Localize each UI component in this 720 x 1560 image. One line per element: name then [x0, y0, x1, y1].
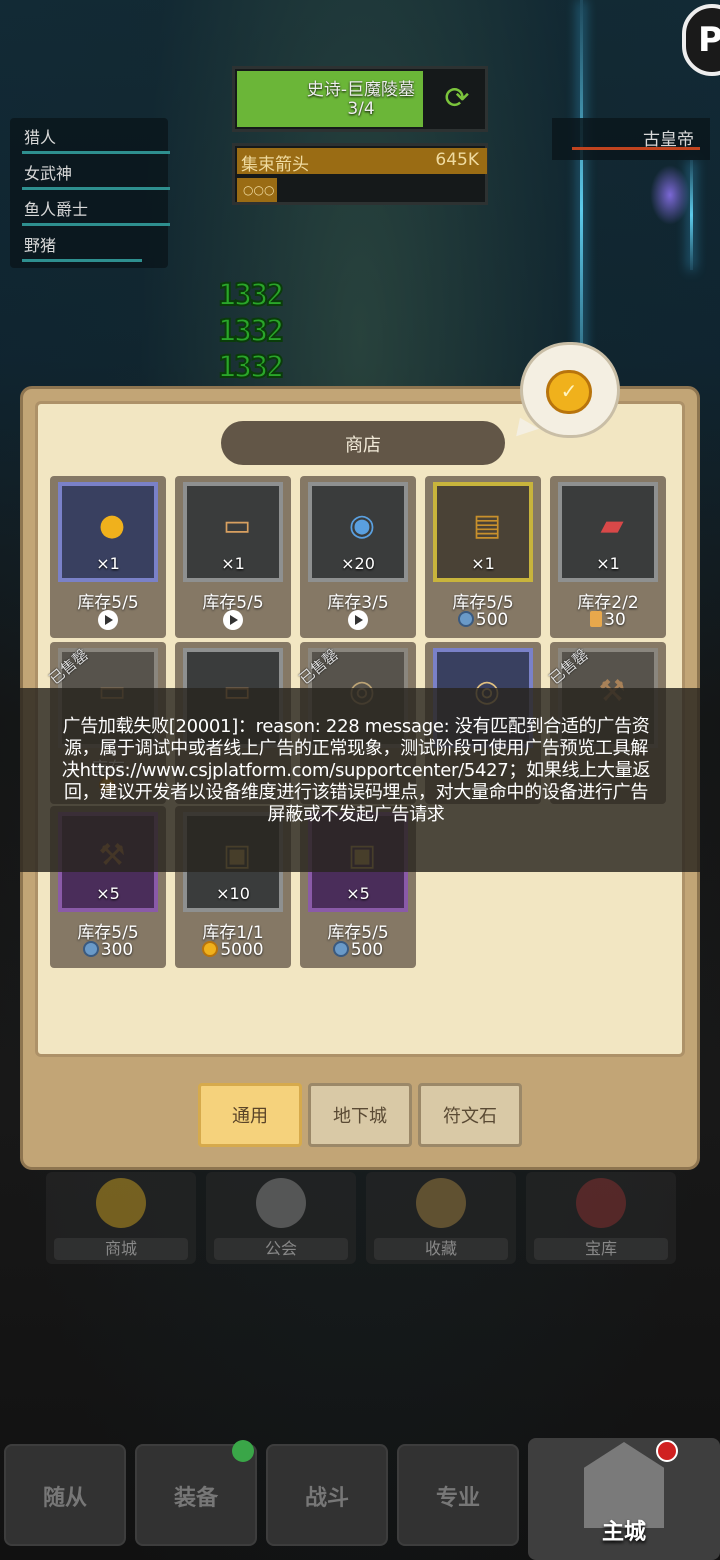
stage-progress: 史诗-巨魔陵墓 3/4 ⟳	[232, 66, 488, 132]
helmet-icon	[416, 1178, 466, 1228]
coin-bubble[interactable]: ✓	[510, 342, 624, 445]
price-value: 5000	[220, 940, 264, 960]
tab-general[interactable]: 通用	[198, 1083, 302, 1147]
enemy-row: 猎人	[10, 124, 170, 160]
shop-title: 商店	[345, 435, 381, 456]
gold-coin-icon: ✓	[546, 370, 592, 414]
enemy-hp-bar	[22, 259, 142, 262]
damage-number: 1332	[217, 313, 285, 350]
coin-currency-icon	[202, 941, 219, 957]
skill-bar: 集束箭头 645K ○○○	[232, 143, 488, 205]
notification-dot	[232, 1440, 254, 1462]
item-price[interactable]: 300	[50, 940, 166, 960]
shop-item[interactable]: ▭ ×1 库存5/5	[175, 476, 291, 638]
enemy-list: 猎人 女武神 鱼人爵士 野猪	[10, 118, 170, 268]
price-value: 300	[100, 940, 134, 960]
item-frame: ▰ ×1	[558, 482, 658, 582]
item-price[interactable]: 500	[425, 610, 541, 630]
boss-panel: 古皇帝	[552, 118, 710, 160]
shop-item[interactable]: ● ×1 库存5/5	[50, 476, 166, 638]
red-scroll-icon: ▰	[600, 508, 624, 543]
building-vault[interactable]: 宝库	[526, 1172, 676, 1264]
nav-main-city[interactable]: 主城	[528, 1438, 720, 1560]
tab-runestone[interactable]: 符文石	[418, 1083, 522, 1147]
enemy-row: 女武神	[10, 160, 170, 196]
building-collection[interactable]: 收藏	[366, 1172, 516, 1264]
item-price[interactable]: 500	[300, 940, 416, 960]
scroll-icon: ▭	[222, 508, 252, 543]
enemy-hp-bar	[22, 187, 170, 190]
nav-profession[interactable]: 专业	[397, 1444, 519, 1546]
item-quantity: ×1	[596, 554, 620, 573]
damage-number: 1332	[217, 277, 285, 314]
guild-icon	[256, 1178, 306, 1228]
shop-item[interactable]: ▤ ×1 库存5/5 500	[425, 476, 541, 638]
crystal-glow	[650, 165, 690, 225]
skill-value: 645K	[435, 150, 479, 170]
enemy-row: 野猪	[10, 232, 168, 268]
light-pillar	[690, 160, 693, 270]
treasure-chest-icon: ▤	[472, 508, 502, 543]
watch-ad-icon[interactable]	[348, 610, 368, 630]
enemy-row: 鱼人爵士	[10, 196, 170, 232]
item-frame: ▤ ×1	[433, 482, 533, 582]
skill-charges: ○○○	[237, 178, 277, 202]
shop-item[interactable]: ◉ ×20 库存3/5	[300, 476, 416, 638]
price-value: 30	[604, 610, 626, 630]
shop-item[interactable]: ▰ ×1 库存2/2 30	[550, 476, 666, 638]
refresh-icon[interactable]: ⟳	[437, 79, 477, 119]
ad-error-message: 广告加载失败[20001]：reason: 228 message: 没有匹配到…	[61, 716, 651, 825]
boss-hp-bar	[572, 147, 700, 150]
item-price[interactable]: 5000	[175, 940, 291, 960]
vault-icon	[576, 1178, 626, 1228]
item-frame: ▭ ×1	[183, 482, 283, 582]
coins-icon: ●	[98, 508, 126, 543]
item-price[interactable]	[50, 610, 166, 632]
price-value: 500	[350, 940, 384, 960]
alert-dot	[656, 1440, 678, 1462]
watch-ad-icon[interactable]	[223, 610, 243, 630]
item-quantity: ×1	[471, 554, 495, 573]
enemy-hp-bar	[22, 223, 170, 226]
item-quantity: ×5	[96, 884, 120, 903]
item-quantity: ×10	[216, 884, 250, 903]
gem-icon: ◉	[348, 508, 376, 543]
skill-name: 集束箭头	[241, 155, 309, 175]
item-quantity: ×5	[346, 884, 370, 903]
nav-followers[interactable]: 随从	[4, 1444, 126, 1546]
tab-dungeon[interactable]: 地下城	[308, 1083, 412, 1147]
enemy-hp-bar	[22, 151, 170, 154]
price-value: 500	[475, 610, 509, 630]
scroll-currency-icon	[590, 611, 603, 627]
gem-currency-icon	[82, 941, 99, 957]
gem-currency-icon	[457, 611, 474, 627]
item-quantity: ×1	[221, 554, 245, 573]
nav-battle[interactable]: 战斗	[266, 1444, 388, 1546]
building-mall[interactable]: 商城	[46, 1172, 196, 1264]
shop-header: 商店	[221, 421, 505, 465]
item-quantity: ×20	[341, 554, 375, 573]
watch-ad-icon[interactable]	[98, 610, 118, 630]
item-frame: ◉ ×20	[308, 482, 408, 582]
item-price[interactable]	[175, 610, 291, 632]
damage-number: 1332	[217, 349, 285, 386]
item-price[interactable]	[300, 610, 416, 632]
item-quantity: ×1	[96, 554, 120, 573]
building-guild[interactable]: 公会	[206, 1172, 356, 1264]
coin-icon	[96, 1178, 146, 1228]
item-price[interactable]: 30	[550, 610, 666, 630]
gem-currency-icon	[332, 941, 349, 957]
item-frame: ● ×1	[58, 482, 158, 582]
